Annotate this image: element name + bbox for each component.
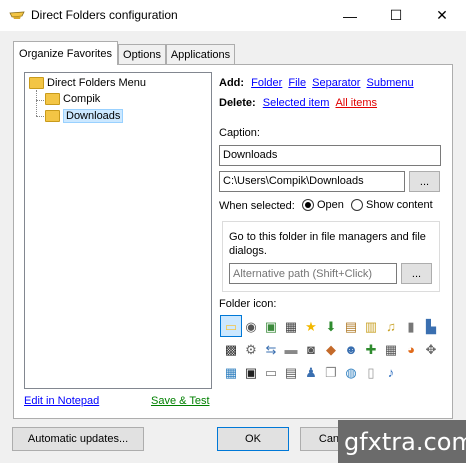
tree-item-label: Compik [63, 93, 101, 105]
tab-label: Organize Favorites [19, 47, 112, 60]
gamepad-icon[interactable]: ✥ [421, 339, 441, 359]
calculator-icon[interactable]: ▦ [381, 339, 401, 359]
add-submenu-link[interactable]: Submenu [367, 77, 414, 89]
music-folder-icon[interactable]: ♫ [381, 316, 401, 336]
page-icon[interactable]: ▯ [361, 362, 381, 382]
keyboard-icon[interactable]: ▭ [261, 362, 281, 382]
radio-open[interactable]: Open [302, 199, 344, 211]
automatic-updates-button[interactable]: Automatic updates... [12, 427, 144, 451]
path-input[interactable]: C:\Users\Compik\Downloads [219, 171, 405, 192]
download-icon[interactable]: ⬇ [321, 316, 341, 336]
phone-icon[interactable]: ▮ [401, 316, 421, 336]
radio-show-content[interactable]: Show content [351, 199, 433, 211]
browse-path-button[interactable]: ... [409, 171, 440, 192]
radio-label: Open [317, 199, 344, 211]
caption-label: Caption: [219, 127, 260, 139]
app-icon [9, 9, 25, 23]
tree-item-compik[interactable]: Compik [45, 93, 100, 105]
folder-icon [29, 77, 44, 89]
browse-alt-path-button[interactable]: ... [401, 263, 432, 284]
caption-input[interactable]: Downloads [219, 145, 441, 166]
maximize-button[interactable]: ☐ [373, 0, 419, 31]
book-icon[interactable]: ▤ [341, 316, 361, 336]
speaker-icon[interactable]: ◉ [241, 316, 261, 336]
folder-icon[interactable]: ▭ [220, 315, 242, 337]
network-icon[interactable]: ⇆ [261, 339, 281, 359]
alt-path-description: Go to this folder in file managers and f… [229, 231, 426, 257]
picture-icon[interactable]: ▣ [261, 316, 281, 336]
close-icon: ✕ [436, 7, 448, 23]
printer-icon[interactable]: ▤ [281, 362, 301, 382]
folder-icon-grid[interactable]: ▭ ◉ ▣ ▦ ★ ⬇ ▤ ▥ ♫ ▮ ▙ ▩ ⚙ ⇆ ▬ ◙ ◆ ☻ ✚ ▦ ◕ ✥ ▦ ▣ ▭ ▤ ♟ ❐ ◍ ▯ ♪ [220, 314, 442, 407]
documents-icon[interactable]: ▥ [361, 316, 381, 336]
star-icon[interactable]: ★ [301, 316, 321, 336]
radio-button[interactable] [351, 199, 363, 211]
add-separator-link[interactable]: Separator [312, 77, 360, 89]
alt-path-input[interactable] [229, 263, 397, 284]
folder-icon [45, 110, 60, 122]
gears-icon[interactable]: ⚙ [241, 339, 261, 359]
radio-button[interactable] [302, 199, 314, 211]
add-folder-link[interactable]: Folder [251, 77, 282, 89]
window-title: Direct Folders configuration [31, 8, 178, 22]
folder-icon-label: Folder icon: [219, 298, 277, 310]
terminal-icon[interactable]: ▣ [241, 362, 261, 382]
delete-label: Delete: [219, 97, 256, 109]
video-icon[interactable]: ▦ [281, 316, 301, 336]
add-row: Add: Folder File Separator Submenu [219, 77, 414, 89]
film-icon[interactable]: ▩ [221, 339, 241, 359]
tab-options[interactable]: Options [118, 44, 166, 64]
add-file-link[interactable]: File [288, 77, 306, 89]
delete-selected-link[interactable]: Selected item [263, 97, 330, 109]
ok-button[interactable]: OK [217, 427, 289, 451]
maximize-icon: ☐ [389, 7, 403, 23]
edit-in-notepad-link[interactable]: Edit in Notepad [24, 395, 99, 407]
watermark: gfxtra.com [338, 420, 466, 463]
when-selected-label: When selected: [219, 200, 295, 212]
plus-icon[interactable]: ✚ [361, 339, 381, 359]
chart-icon[interactable]: ◕ [401, 339, 421, 359]
copy-icon[interactable]: ❐ [321, 362, 341, 382]
tree-connector [36, 100, 44, 101]
save-and-test-link[interactable]: Save & Test [151, 395, 210, 407]
globe-icon[interactable]: ◍ [341, 362, 361, 382]
tab-label: Applications [170, 48, 231, 61]
tab-applications[interactable]: Applications [166, 44, 235, 64]
devices-icon[interactable]: ▙ [421, 316, 441, 336]
tree-item-downloads[interactable]: Downloads [45, 109, 124, 123]
add-label: Add: [219, 77, 245, 89]
person-icon[interactable]: ♟ [301, 362, 321, 382]
tab-organize-favorites[interactable]: Organize Favorites [13, 41, 118, 65]
minimize-button[interactable]: — [327, 0, 373, 31]
tree-root[interactable]: Direct Folders Menu [29, 77, 146, 89]
tab-label: Options [123, 48, 161, 61]
delete-row: Delete: Selected item All items [219, 97, 377, 109]
users-icon[interactable]: ☻ [341, 339, 361, 359]
drive-icon[interactable]: ▬ [281, 339, 301, 359]
delete-all-link[interactable]: All items [335, 97, 377, 109]
minimize-icon: — [343, 7, 357, 24]
close-button[interactable]: ✕ [419, 0, 465, 31]
tree-root-label: Direct Folders Menu [47, 77, 147, 89]
camera-icon[interactable]: ◙ [301, 339, 321, 359]
tree-connector [36, 116, 44, 117]
favorites-tree[interactable]: Direct Folders Menu Compik Downloads [24, 72, 212, 389]
note-icon[interactable]: ♪ [381, 362, 401, 382]
box-icon[interactable]: ◆ [321, 339, 341, 359]
tree-item-label: Downloads [63, 109, 124, 123]
folder-icon [45, 93, 60, 105]
grid-icon[interactable]: ▦ [221, 362, 241, 382]
radio-label: Show content [366, 199, 433, 211]
tree-connector [36, 90, 37, 116]
watermark-text: gfxtra.com [344, 427, 466, 456]
